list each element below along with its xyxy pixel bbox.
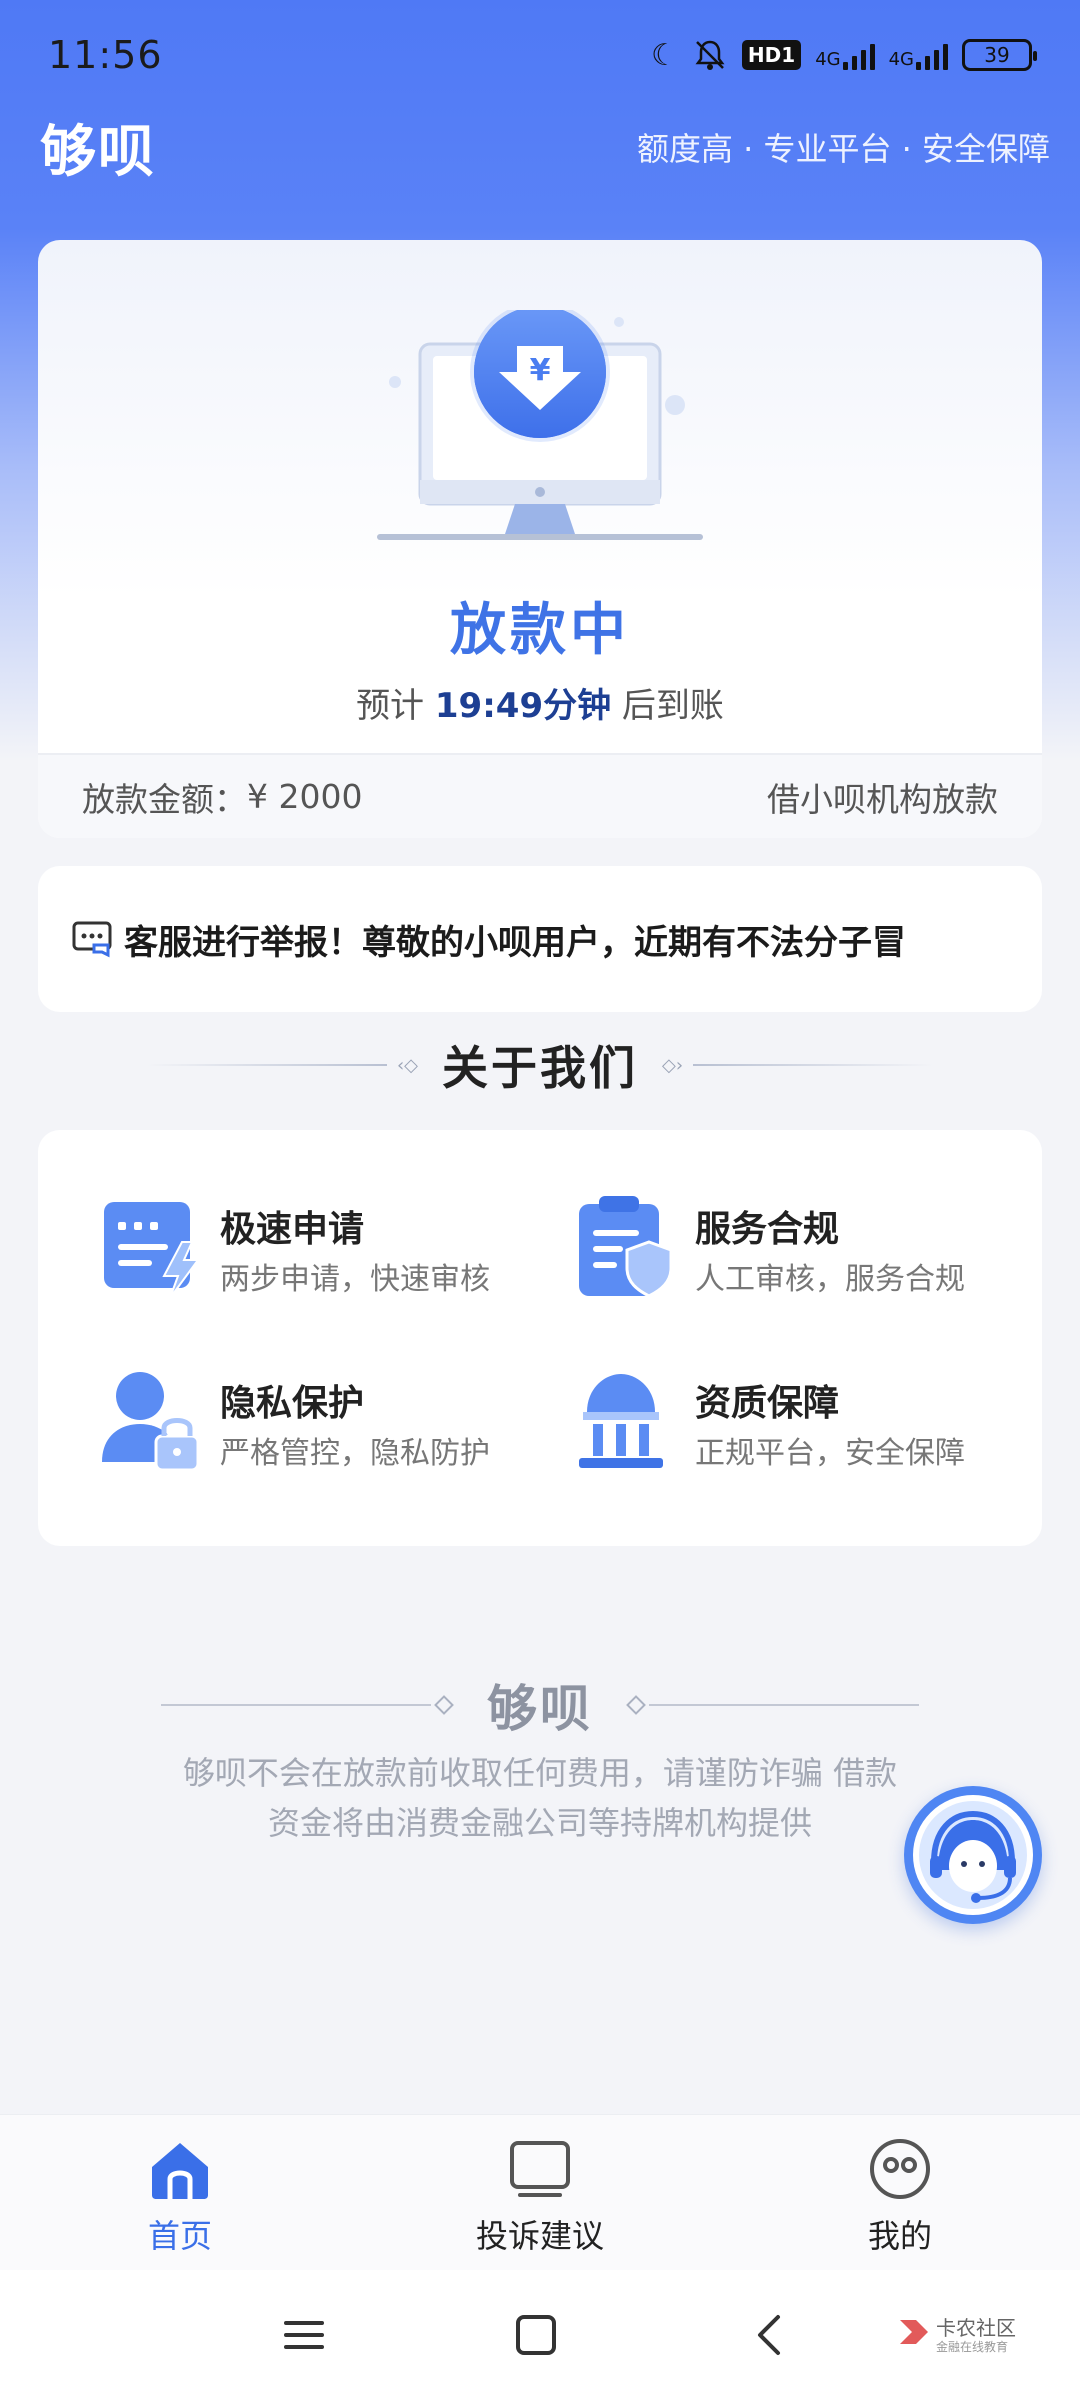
- message-icon: [72, 921, 112, 958]
- svg-text:¥: ¥: [530, 353, 551, 388]
- tab-profile[interactable]: 我的: [780, 2115, 1020, 2271]
- feature-qualification: 资质保障 正规平台，安全保障: [573, 1366, 1033, 1486]
- notice-banner[interactable]: 客服进行举报！尊敬的小呗用户，近期有不法分子冒: [38, 866, 1042, 1012]
- eta-time: 19:49分钟: [434, 686, 612, 726]
- lender-note: 借小呗机构放款: [767, 779, 998, 819]
- feature-desc: 人工审核，服务合规: [695, 1262, 965, 1297]
- signal-bars-icon: [916, 40, 948, 70]
- loan-status-card: ¥ 放款中 预计 19:49分钟 后到账 放款金额： ¥ 2000 借小呗机构放…: [38, 240, 1042, 838]
- app-header: 够呗 额度高 · 专业平台 · 安全保障: [40, 112, 1050, 185]
- divider: [649, 1704, 919, 1706]
- brand-footer: 够呗: [0, 1670, 1080, 1740]
- status-icons: ☾ HD1 4G 4G 39: [651, 37, 1037, 73]
- tab-label: 投诉建议: [475, 2217, 604, 2255]
- watermark-title: 卡农社区: [936, 2316, 1016, 2340]
- brand-name: 够呗: [487, 1680, 593, 1738]
- signal-bars-icon: [842, 40, 875, 70]
- feature-privacy: 隐私保护 严格管控，隐私防护: [98, 1366, 558, 1486]
- building-icon: [579, 1374, 663, 1468]
- signal-1: 4G: [815, 40, 875, 70]
- notice-text: 客服进行举报！尊敬的小呗用户，近期有不法分子冒: [124, 922, 906, 963]
- diamond-icon: [434, 1695, 454, 1715]
- amount-label: 放款金额：: [82, 779, 247, 819]
- battery-icon: 39: [962, 39, 1037, 71]
- bottom-tab-bar: 首页 投诉建议 我的: [0, 2114, 1080, 2270]
- watermark-subtitle: 金融在线教育: [936, 2340, 1009, 2354]
- feature-title: 服务合规: [695, 1209, 840, 1250]
- loan-status-title: 放款中: [450, 598, 630, 663]
- feedback-icon: [510, 2141, 570, 2197]
- back-icon: [758, 2315, 780, 2355]
- feature-title: 隐私保护: [220, 1383, 365, 1424]
- disclaimer-line: 资金将由消费金融公司等持牌机构提供: [267, 1804, 812, 1842]
- network-label-1: 4G: [815, 49, 841, 70]
- status-time: 11:56: [48, 33, 163, 77]
- moon-icon: ☾: [651, 37, 678, 73]
- tab-home[interactable]: 首页: [60, 2115, 300, 2271]
- section-title: 关于我们: [442, 1041, 638, 1095]
- monitor-yuan-icon: ¥: [377, 310, 703, 540]
- mute-icon: [695, 40, 725, 70]
- app-logo: 够呗: [40, 119, 156, 185]
- diamond-icon: [626, 1695, 646, 1715]
- profile-icon: [870, 2139, 930, 2199]
- clipboard-shield-icon: [579, 1196, 673, 1298]
- tab-feedback[interactable]: 投诉建议: [420, 2115, 660, 2271]
- battery-level: 39: [984, 43, 1010, 67]
- about-section-header: ‹◇ 关于我们 ◇›: [0, 1030, 1080, 1100]
- tab-label: 我的: [867, 2217, 932, 2255]
- loan-amount-row: 放款金额： ¥ 2000 借小呗机构放款: [38, 755, 1042, 838]
- tab-label: 首页: [147, 2217, 212, 2255]
- watermark-logo-icon: [900, 2320, 928, 2344]
- feature-desc: 严格管控，隐私防护: [220, 1436, 490, 1471]
- amount-value: ¥ 2000: [247, 777, 363, 816]
- decoration-icon: ◇›: [662, 1054, 684, 1076]
- feature-title: 极速申请: [220, 1209, 365, 1250]
- watermark: 卡农社区 金融在线教育: [896, 2310, 1026, 2360]
- user-lock-icon: [102, 1372, 200, 1472]
- feature-compliance: 服务合规 人工审核，服务合规: [573, 1192, 1033, 1312]
- back-button[interactable]: [710, 2270, 830, 2400]
- feature-fast-apply: 极速申请 两步申请，快速审核: [98, 1192, 558, 1312]
- hd-badge: HD1: [741, 40, 802, 70]
- feature-desc: 正规平台，安全保障: [695, 1436, 965, 1471]
- disclaimer-line: 够呗不会在放款前收取任何费用，请谨防诈骗 借款: [182, 1754, 898, 1792]
- divider: [693, 1064, 934, 1066]
- divider: [146, 1064, 387, 1066]
- menu-button[interactable]: [244, 2270, 364, 2400]
- form-lightning-icon: [104, 1202, 200, 1299]
- home-button[interactable]: [476, 2270, 596, 2400]
- feature-title: 资质保障: [695, 1383, 840, 1424]
- network-label-2: 4G: [888, 49, 914, 70]
- home-icon: [152, 2143, 208, 2199]
- header-tagline: 额度高 · 专业平台 · 安全保障: [636, 130, 1050, 168]
- divider: [161, 1704, 431, 1706]
- eta-suffix: 后到账: [621, 686, 724, 726]
- headset-agent-icon: [913, 1795, 1033, 1915]
- eta-line: 预计 19:49分钟 后到账: [38, 678, 1042, 727]
- disclaimer: 够呗不会在放款前收取任何费用，请谨防诈骗 借款 资金将由消费金融公司等持牌机构提…: [140, 1748, 940, 1848]
- feature-desc: 两步申请，快速审核: [220, 1262, 490, 1297]
- features-card: 极速申请 两步申请，快速审核 服务合规 人工审核，服务合规 隐私保护 严格管控，…: [38, 1130, 1042, 1546]
- signal-2: 4G: [889, 40, 948, 70]
- customer-service-button[interactable]: [904, 1786, 1042, 1924]
- status-bar: 11:56 ☾ HD1 4G 4G 39: [0, 0, 1080, 110]
- decoration-icon: ‹◇: [396, 1054, 418, 1076]
- square-icon: [516, 2315, 556, 2355]
- menu-icon: [284, 2321, 324, 2349]
- eta-prefix: 预计: [356, 686, 425, 726]
